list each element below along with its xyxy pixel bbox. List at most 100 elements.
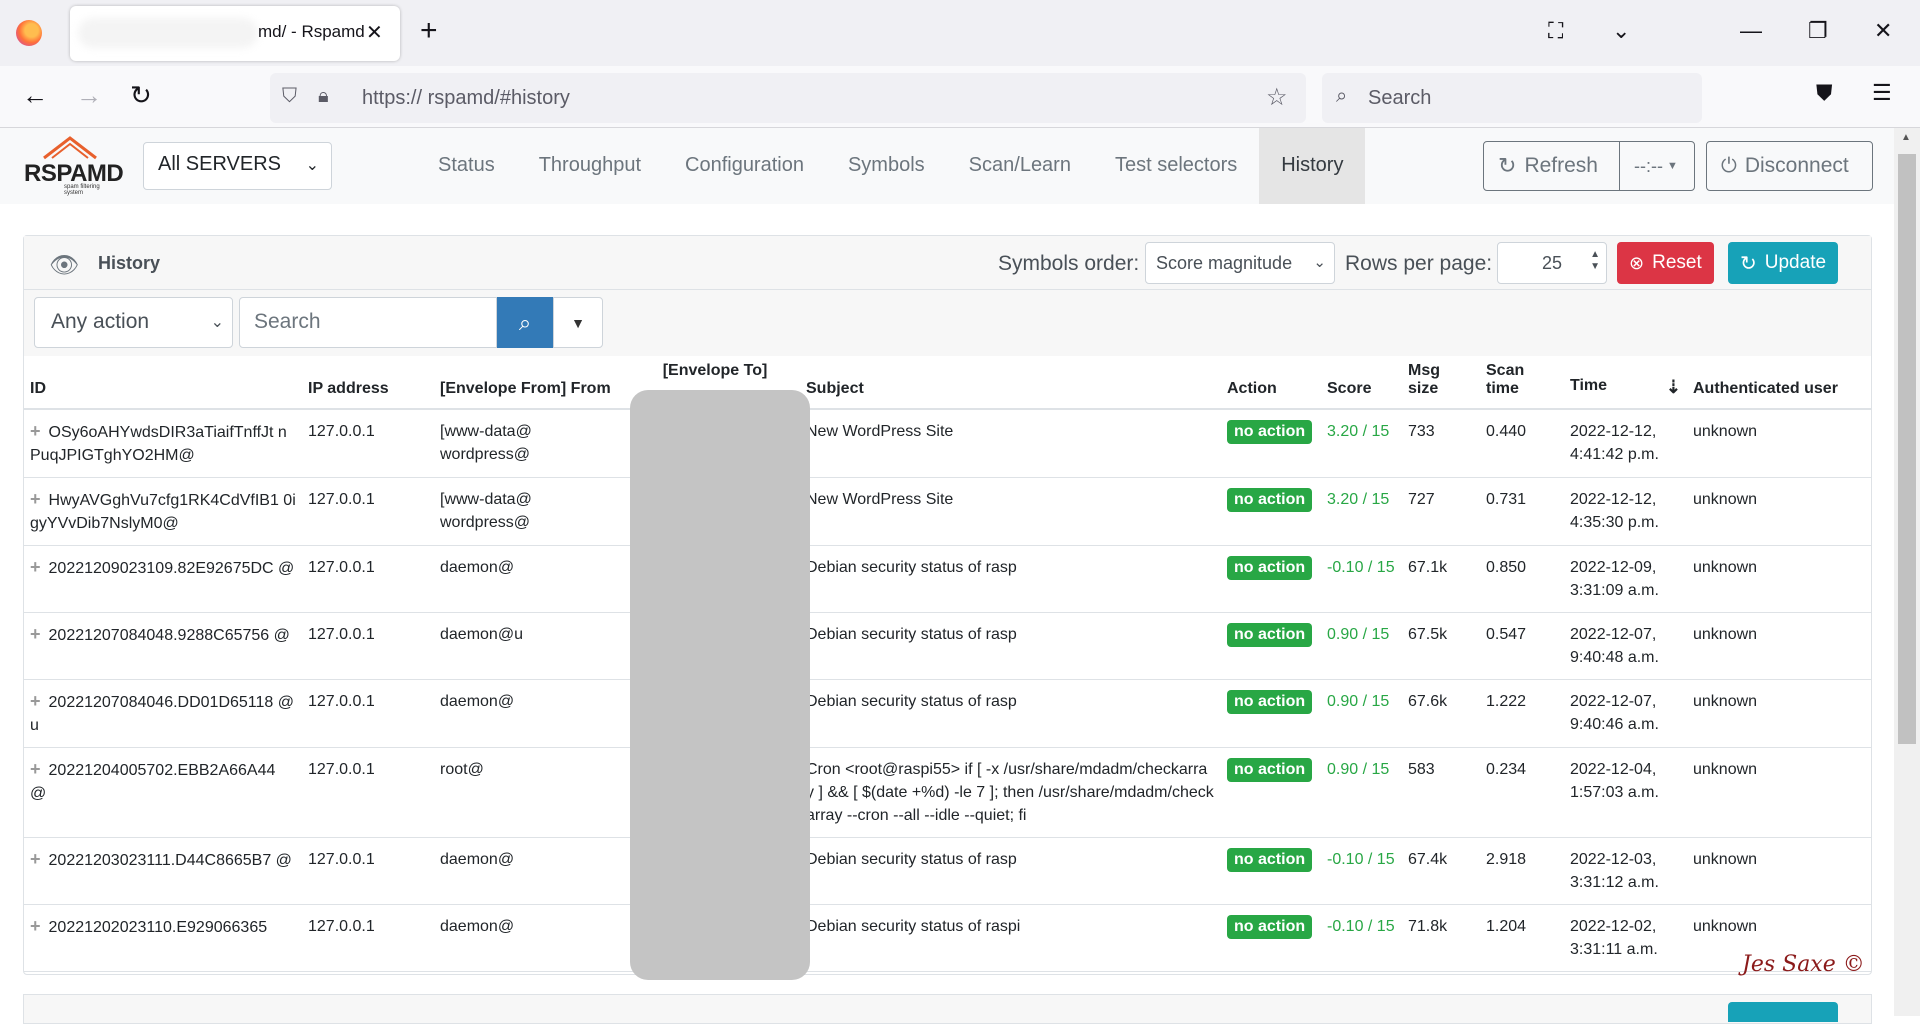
expand-row-icon[interactable]: +	[30, 759, 41, 779]
expand-row-icon[interactable]: +	[30, 916, 41, 936]
action-filter-select[interactable]: Any action ⌄	[34, 297, 233, 348]
nav-history[interactable]: History	[1259, 128, 1366, 204]
table-row[interactable]: +20221203023111.D44C8665B7 @127.0.0.1 dae…	[24, 837, 1871, 905]
update-button[interactable]: ↻ Update	[1728, 242, 1839, 284]
reset-button[interactable]: ⊗ Reset	[1617, 242, 1714, 284]
refresh-icon: ↻	[1498, 153, 1517, 178]
url-bar[interactable]: ⛉ 🔒︎ https:// rspamd/#history ☆	[270, 73, 1306, 123]
history-search-input[interactable]: Search	[239, 297, 497, 348]
redacted-area	[630, 390, 810, 980]
cell-action: no action	[1221, 545, 1321, 613]
cell-scan: 0.547	[1480, 612, 1564, 680]
new-tab-icon[interactable]: +	[420, 14, 438, 48]
col-id[interactable]: ID	[24, 356, 302, 410]
col-auth-user[interactable]: Authenticated user	[1687, 356, 1871, 410]
cell-user: unknown	[1687, 679, 1871, 748]
cell-score: 0.90 / 15	[1321, 612, 1402, 680]
spinner-icon[interactable]: ▲ ▼	[1590, 249, 1600, 273]
logo-subtitle: spam filtering system	[64, 184, 100, 196]
cell-score: 0.90 / 15	[1321, 747, 1402, 838]
cell-size: 67.6k	[1402, 679, 1480, 748]
table-row[interactable]: +20221207084048.9288C65756 @127.0.0.1 dae…	[24, 612, 1871, 680]
minimize-icon[interactable]: —	[1740, 18, 1762, 44]
browser-tabstrip: md/ - Rspamd ✕ + ⛶ ⌄ — ❐ ✕	[0, 0, 1920, 66]
scroll-thumb[interactable]	[1898, 154, 1916, 744]
back-icon[interactable]: ←	[22, 80, 48, 111]
pocket-icon[interactable]: ⛊	[1816, 80, 1833, 106]
sort-desc-icon[interactable]: ⇣	[1666, 377, 1681, 398]
nav-throughput[interactable]: Throughput	[517, 128, 663, 204]
refresh-button[interactable]: ↻ Refresh	[1483, 141, 1620, 191]
col-action[interactable]: Action	[1221, 356, 1321, 410]
lock-icon[interactable]: 🔒︎	[318, 85, 329, 108]
expand-row-icon[interactable]: +	[30, 691, 41, 711]
col-subject[interactable]: Subject	[800, 356, 1221, 410]
table-row[interactable]: + OSy6oAHYwdsDIR3aTiaifTnffJt nPuqJPIGTgh…	[24, 409, 1871, 478]
shield-icon[interactable]: ⛉	[282, 85, 297, 108]
table-row[interactable]: +20221202023110.E929066365 127.0.0.1 daemo…	[24, 904, 1871, 972]
disconnect-button[interactable]: ⏻ Disconnect	[1706, 141, 1873, 191]
close-tab-icon[interactable]: ✕	[366, 20, 383, 45]
page-scrollbar[interactable]: ▲	[1894, 128, 1920, 1016]
cell-action: no action	[1221, 747, 1321, 838]
symbols-order-select[interactable]: Score magnitude ⌄	[1145, 242, 1335, 284]
table-row[interactable]: +20221209023109.82E92675DC @127.0.0.1 dae…	[24, 545, 1871, 613]
reload-icon[interactable]: ↻	[130, 80, 152, 111]
nav-status[interactable]: Status	[416, 128, 517, 204]
table-row[interactable]: + HwyAVGghVu7cfg1RK4CdVfIB1 0igyYVvDib7Ns…	[24, 477, 1871, 546]
caret-down-icon: ▼	[1666, 160, 1678, 172]
nav-configuration[interactable]: Configuration	[663, 128, 826, 204]
cell-from: root@	[434, 747, 630, 838]
rspamd-logo[interactable]: RSPAMD spam filtering system	[24, 136, 124, 196]
browser-search-bar[interactable]: ⌕ Search	[1322, 73, 1702, 123]
cell-subject: Debian security status of rasp	[800, 612, 1221, 680]
table-row[interactable]: +20221204005702.EBB2A66A44 @127.0.0.1 roo…	[24, 747, 1871, 838]
col-msg-size[interactable]: Msg size	[1402, 356, 1480, 410]
caret-down-icon: ▼	[571, 314, 585, 331]
window-close-icon[interactable]: ✕	[1874, 18, 1892, 44]
cell-action: no action	[1221, 477, 1321, 546]
screenshot-icon[interactable]: ⛶	[1548, 18, 1563, 44]
col-from[interactable]: [Envelope From] From	[434, 356, 630, 410]
table-row[interactable]: +20221207084046.DD01D65118 @u 127.0.0.1 da…	[24, 679, 1871, 748]
col-scan-time[interactable]: Scan time	[1480, 356, 1564, 410]
cell-action: no action	[1221, 837, 1321, 905]
expand-row-icon[interactable]: +	[30, 421, 41, 441]
expand-row-icon[interactable]: +	[30, 489, 41, 509]
col-time[interactable]: Time ⇣	[1564, 356, 1687, 410]
menu-icon[interactable]: ☰	[1872, 80, 1892, 106]
filter-dropdown-button[interactable]: ▼	[553, 297, 603, 348]
col-score[interactable]: Score	[1321, 356, 1402, 410]
expand-row-icon[interactable]: +	[30, 557, 41, 577]
cell-id: +20221202023110.E929066365	[24, 904, 302, 972]
refresh-interval-dropdown[interactable]: --:-- ▼	[1619, 141, 1695, 191]
history-card-header: 👁︎ History Symbols order: Score magnitud…	[24, 236, 1871, 290]
cell-id: +20221204005702.EBB2A66A44 @	[24, 747, 302, 838]
col-to-label: [Envelope To]	[662, 362, 768, 379]
nav-test-selectors[interactable]: Test selectors	[1093, 128, 1259, 204]
col-ip[interactable]: IP address	[302, 356, 434, 410]
action-badge: no action	[1227, 623, 1313, 647]
search-button[interactable]: ⌕	[497, 297, 553, 348]
server-select[interactable]: All SERVERS ⌄	[143, 142, 332, 190]
cell-time: 2022-12-12, 4:41:42 p.m.	[1564, 409, 1687, 478]
nav-scan-learn[interactable]: Scan/Learn	[947, 128, 1093, 204]
expand-row-icon[interactable]: +	[30, 624, 41, 644]
forward-icon[interactable]: →	[76, 80, 102, 111]
cell-id: +20221207084046.DD01D65118 @u	[24, 679, 302, 748]
next-card-button[interactable]	[1728, 1002, 1838, 1022]
scroll-up-icon[interactable]: ▲	[1901, 132, 1911, 143]
chevron-down-icon: ⌄	[210, 314, 224, 331]
list-tabs-icon[interactable]: ⌄	[1612, 18, 1630, 44]
cell-id: + HwyAVGghVu7cfg1RK4CdVfIB1 0igyYVvDib7Ns…	[24, 477, 302, 546]
cell-size: 67.5k	[1402, 612, 1480, 680]
bookmark-star-icon[interactable]: ☆	[1266, 83, 1288, 112]
cell-user: unknown	[1687, 747, 1871, 838]
expand-row-icon[interactable]: +	[30, 849, 41, 869]
rows-per-page-input[interactable]: 25 ▲ ▼	[1497, 242, 1607, 284]
cell-score: 3.20 / 15	[1321, 409, 1402, 478]
chevron-down-icon: ⌄	[305, 157, 319, 174]
cell-size: 733	[1402, 409, 1480, 478]
restore-icon[interactable]: ❐	[1808, 18, 1828, 44]
nav-symbols[interactable]: Symbols	[826, 128, 947, 204]
